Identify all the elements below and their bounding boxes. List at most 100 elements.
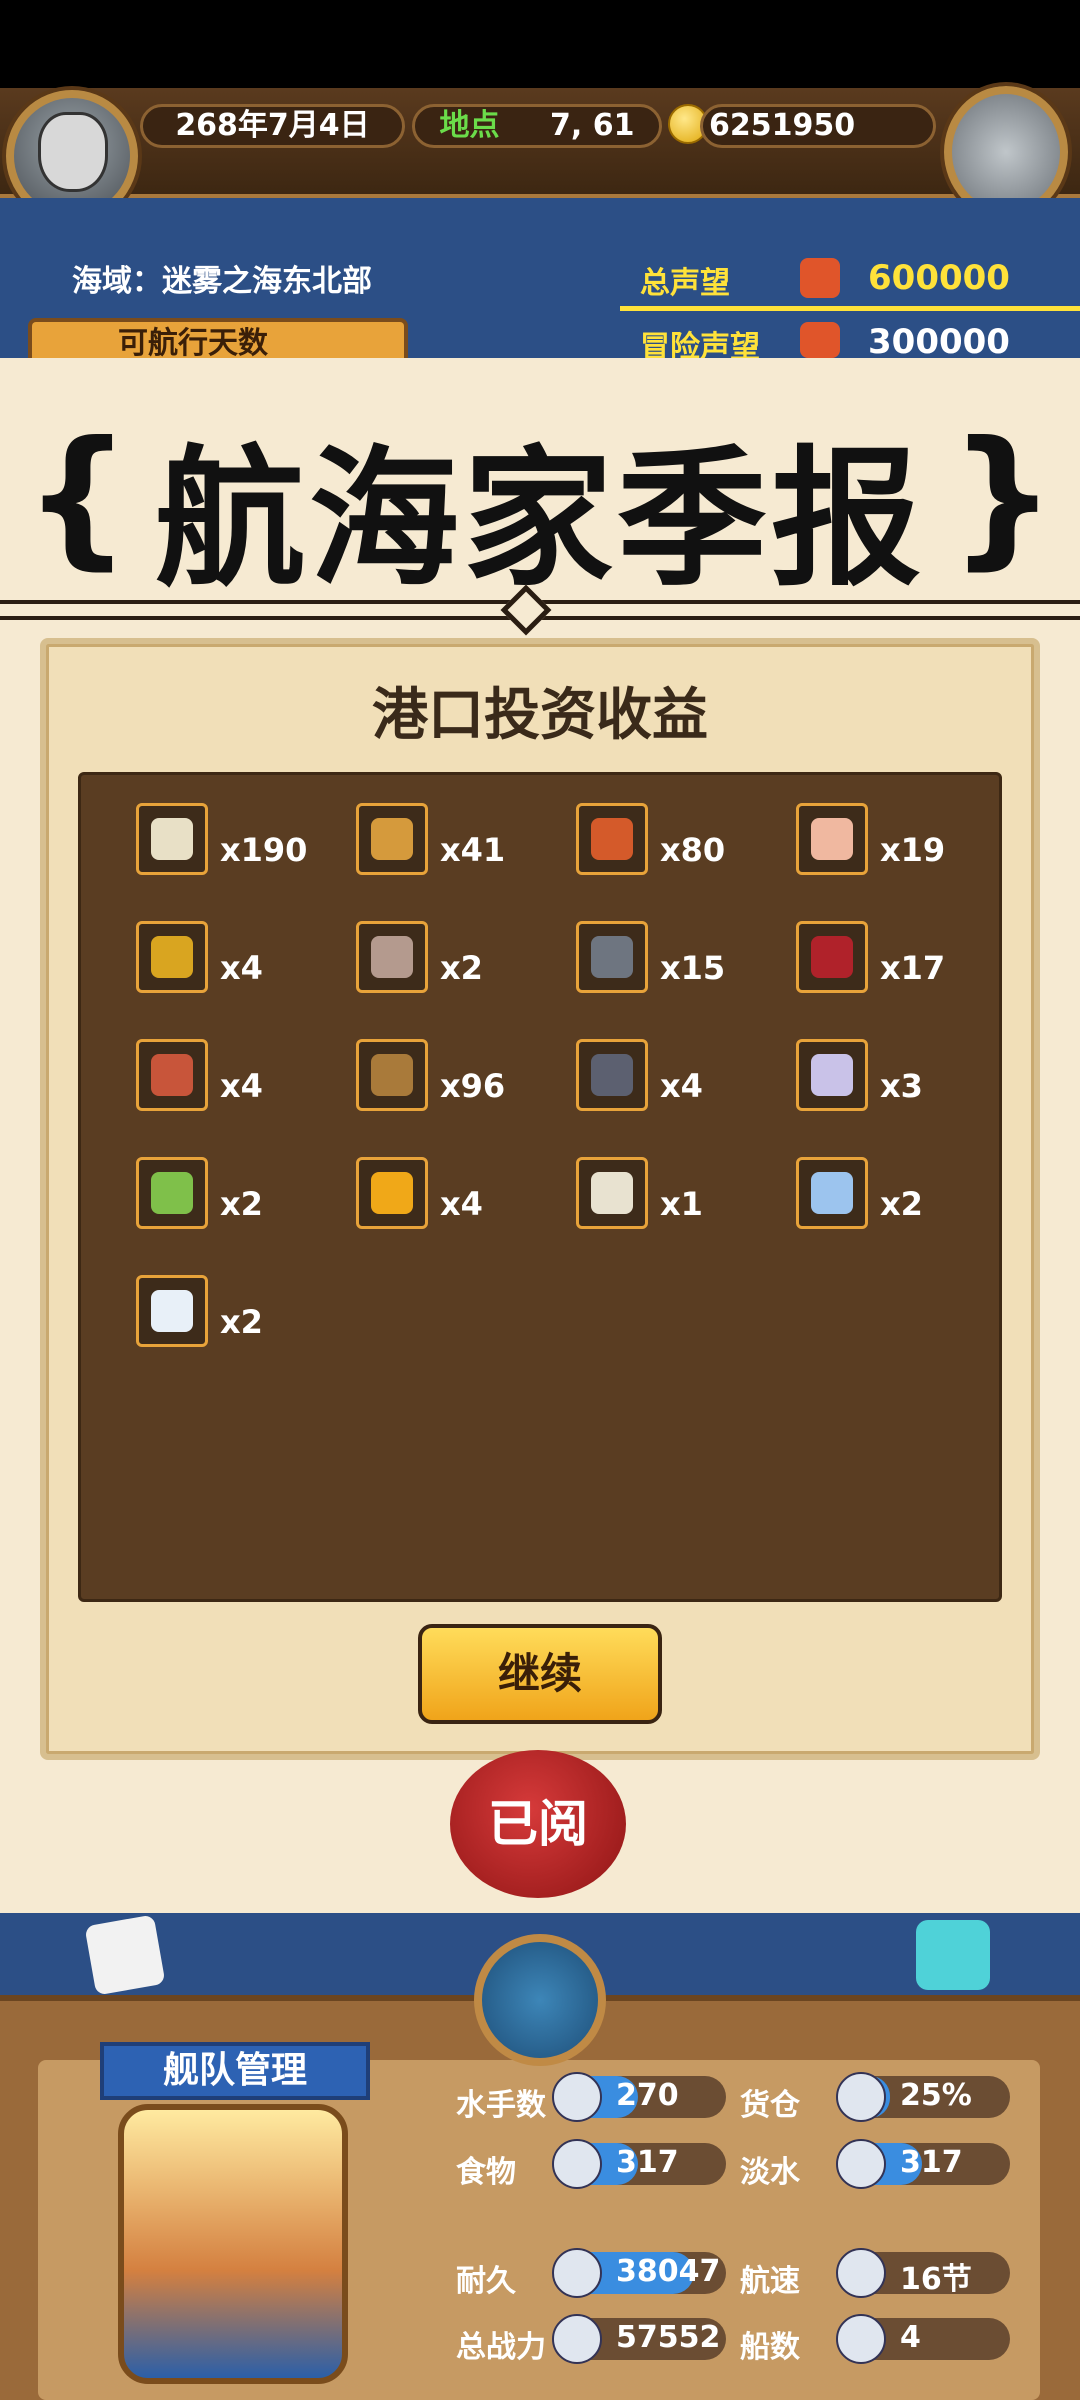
pink-stone-icon [796, 803, 868, 875]
item-quantity: x2 [880, 1185, 923, 1223]
fleet-stat-bar: 57552 [552, 2314, 726, 2364]
fleet-stat-label: 航速 [740, 2264, 800, 2299]
fleet-stat-bar: 38047 [552, 2248, 726, 2298]
item-quantity: x2 [220, 1303, 263, 1341]
fleet-stat-icon [836, 2248, 886, 2298]
fleet-stat-label: 耐久 [456, 2264, 516, 2299]
potion-icon [136, 1157, 208, 1229]
fleet-stat-bar: 25% [836, 2072, 1010, 2122]
item-cell[interactable]: x17 [796, 921, 1006, 1001]
item-glyph [371, 818, 413, 860]
item-glyph [591, 936, 633, 978]
fleet-stat-label: 货仓 [740, 2088, 800, 2123]
item-quantity: x190 [220, 831, 308, 869]
fleet-stat-label: 总战力 [456, 2330, 546, 2365]
item-quantity: x2 [220, 1185, 263, 1223]
item-quantity: x4 [220, 949, 263, 987]
adventure-badge-icon [800, 322, 840, 358]
item-cell[interactable]: x4 [356, 1157, 566, 1237]
item-cell[interactable]: x19 [796, 803, 1006, 883]
ice-gem-icon [796, 1157, 868, 1229]
item-glyph [371, 936, 413, 978]
iron-ore-icon [576, 921, 648, 993]
fleet-stat-icon [552, 2248, 602, 2298]
fleet-management-label[interactable]: 舰队管理 [100, 2042, 370, 2100]
continue-button[interactable]: 继续 [418, 1624, 662, 1724]
fleet-stat-bar: 317 [552, 2139, 726, 2189]
item-cell[interactable]: x2 [356, 921, 566, 1001]
navigable-days-tab[interactable]: 可航行天数 [28, 318, 408, 358]
read-seal: 已阅 [450, 1750, 626, 1898]
item-cell[interactable]: x96 [356, 1039, 566, 1119]
item-quantity: x3 [880, 1067, 923, 1105]
item-quantity: x4 [660, 1067, 703, 1105]
fleet-stat-bar: 317 [836, 2139, 1010, 2189]
item-cell[interactable]: x41 [356, 803, 566, 883]
item-glyph [591, 1054, 633, 1096]
item-glyph [811, 936, 853, 978]
item-glyph [591, 818, 633, 860]
fleet-stat-label: 食物 [456, 2155, 516, 2190]
fleet-stat-bar: 4 [836, 2314, 1010, 2364]
fleet-stat-label: 水手数 [456, 2088, 546, 2123]
navigable-days-label: 可航行天数 [118, 326, 268, 358]
item-quantity: x80 [660, 831, 726, 869]
item-cell[interactable]: x190 [136, 803, 346, 883]
item-cell[interactable]: x4 [136, 1039, 346, 1119]
fleet-stat-label: 淡水 [740, 2155, 800, 2190]
date-text: 268年7月4日 [175, 108, 370, 143]
gold-amount: 6251950 [709, 108, 856, 143]
item-glyph [591, 1172, 633, 1214]
cloth-stack-icon [356, 921, 428, 993]
item-quantity: x15 [660, 949, 726, 987]
ship-medal-icon[interactable] [474, 1934, 606, 2066]
fish-bone-icon [136, 803, 208, 875]
item-glyph [371, 1054, 413, 1096]
item-glyph [811, 1172, 853, 1214]
item-cell[interactable]: x2 [136, 1275, 346, 1355]
fleet-stat-bar: 16节 [836, 2248, 1010, 2298]
ship-picture[interactable] [118, 2104, 348, 2384]
item-glyph [811, 1054, 853, 1096]
fleet-stat-icon [552, 2139, 602, 2189]
shell-icon [576, 1157, 648, 1229]
report-title: 航海家季报 [154, 431, 925, 607]
location-value: 7, 61 [549, 108, 635, 143]
total-reputation-value: 600000 [868, 258, 1010, 298]
fleet-stat-value: 57552 [616, 2320, 721, 2355]
item-quantity: x2 [440, 949, 483, 987]
wood-plank-icon [356, 803, 428, 875]
item-cell[interactable]: x1 [576, 1157, 786, 1237]
fleet-stat-value: 38047 [616, 2254, 721, 2289]
adventure-reputation-value: 300000 [868, 322, 1010, 358]
item-cell[interactable]: x4 [576, 1039, 786, 1119]
location-pill[interactable]: 地点 7, 61 [412, 104, 662, 148]
reputation-badge-icon [800, 258, 840, 298]
red-lumber-icon [576, 803, 648, 875]
item-cell[interactable]: x2 [796, 1157, 1006, 1237]
item-cell[interactable]: x80 [576, 803, 786, 883]
crystal-icon [796, 1039, 868, 1111]
ghost-pet-icon[interactable] [84, 1914, 166, 1996]
item-cell[interactable]: x4 [136, 921, 346, 1001]
rope-coil-icon [356, 1039, 428, 1111]
fleet-stat-icon [552, 2072, 602, 2122]
item-quantity: x4 [440, 1185, 483, 1223]
avatar-face-icon [38, 112, 108, 192]
item-cell[interactable]: x3 [796, 1039, 1006, 1119]
item-cell[interactable]: x15 [576, 921, 786, 1001]
fleet-stat-icon [836, 2139, 886, 2189]
red-books-icon [796, 921, 868, 993]
item-cell[interactable]: x2 [136, 1157, 346, 1237]
item-quantity: x41 [440, 831, 506, 869]
pearl-icon [136, 1275, 208, 1347]
gold-pill: 6251950 [700, 104, 936, 148]
item-quantity: x96 [440, 1067, 506, 1105]
amber-gem-icon [356, 1157, 428, 1229]
fleet-stat-icon [836, 2314, 886, 2364]
fleet-stat-value: 317 [900, 2145, 963, 2180]
fleet-stat-value: 16节 [900, 2262, 972, 2297]
coral-icon [136, 1039, 208, 1111]
cat-pet-icon[interactable] [916, 1920, 990, 1990]
item-glyph [151, 818, 193, 860]
